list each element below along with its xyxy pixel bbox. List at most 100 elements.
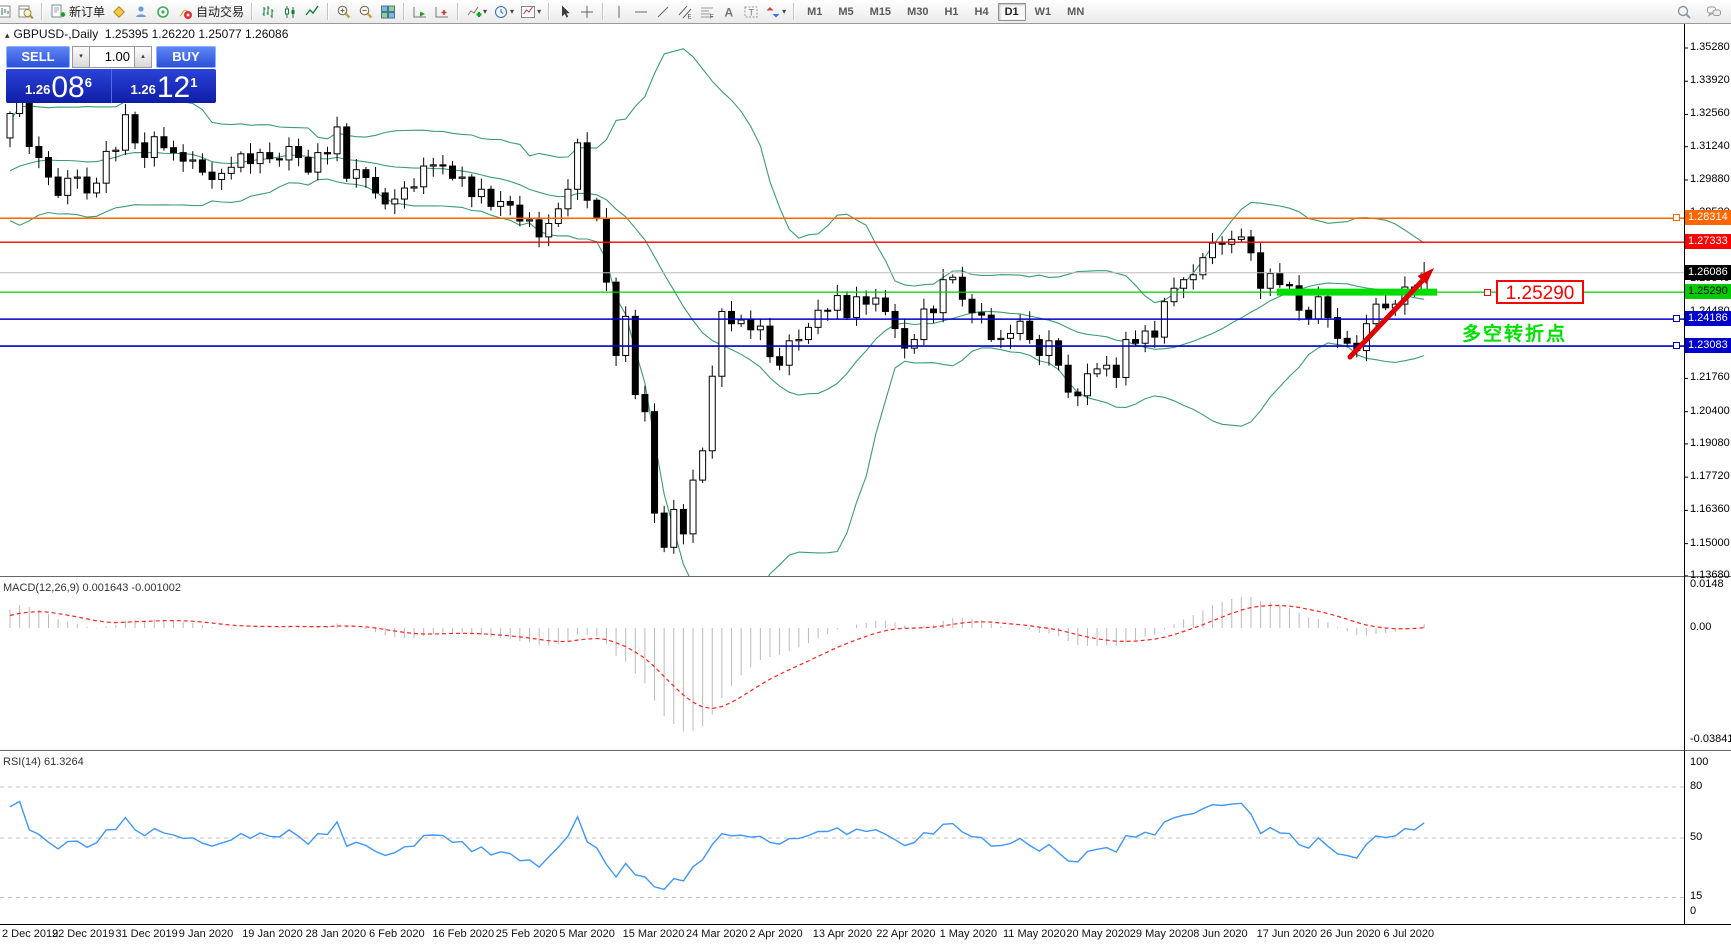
data-window-button[interactable] <box>15 1 37 22</box>
bear-candle <box>449 165 457 179</box>
macd-canvas[interactable] <box>0 580 1731 750</box>
line-chart-button[interactable] <box>301 1 323 22</box>
rsi-line <box>9 800 1425 891</box>
auto-trading-button[interactable]: 自动交易 <box>174 1 247 22</box>
chevron-down-icon[interactable]: ▾ <box>537 7 541 16</box>
date-label: 22 Dec 2019 <box>52 928 115 940</box>
cursor-icon <box>562 5 570 18</box>
bull-candle <box>554 208 562 224</box>
timeframe-mn-button[interactable]: MN <box>1060 3 1091 21</box>
text-button[interactable]: A <box>718 1 740 22</box>
date-label: 20 May 2020 <box>1066 928 1130 940</box>
bull-candle <box>189 159 197 162</box>
bull-candle <box>64 177 72 196</box>
chart-shift-button[interactable] <box>431 1 453 22</box>
arrows-button[interactable]: ▾ <box>762 1 789 22</box>
auto-trading-label: 自动交易 <box>196 5 245 19</box>
bull-candle <box>1093 368 1101 375</box>
bull-candle <box>1266 273 1274 289</box>
chevron-down-icon[interactable]: ▾ <box>483 7 487 16</box>
sell-button[interactable]: SELL <box>6 46 70 68</box>
bull-candle <box>429 164 437 167</box>
bull-candle <box>939 279 947 314</box>
bull-candle <box>73 176 81 179</box>
periods-button[interactable]: ▾ <box>490 1 517 22</box>
bear-candle <box>131 114 139 144</box>
bull-candle <box>1170 287 1178 303</box>
text-label-button[interactable]: T <box>740 1 762 22</box>
fibonacci-button[interactable]: F <box>696 1 718 22</box>
crosshair-button[interactable] <box>576 1 598 22</box>
cursor-button[interactable] <box>554 1 576 22</box>
bull-candle <box>1016 320 1024 334</box>
candlestick-chart-button[interactable] <box>279 1 301 22</box>
bar-chart-button[interactable] <box>257 1 279 22</box>
bear-candle <box>381 192 389 205</box>
macd-pane[interactable]: MACD(12,26,9) 0.001643 -0.001002 <box>0 580 1731 750</box>
auto-scroll-button[interactable] <box>409 1 431 22</box>
horizontal-line-button[interactable] <box>630 1 652 22</box>
bull-candle <box>333 126 341 155</box>
line-anchor-handle[interactable] <box>1673 214 1680 222</box>
chevron-down-icon[interactable]: ▾ <box>510 7 514 16</box>
volume-increase-button[interactable]: ▴ <box>134 46 152 68</box>
bear-candle <box>1074 391 1082 397</box>
chevron-down-icon[interactable]: ▾ <box>782 7 786 16</box>
date-label: 11 May 2020 <box>1003 928 1066 940</box>
trendline-button[interactable] <box>652 1 674 22</box>
metaeditor-button[interactable] <box>108 1 130 22</box>
templates-button[interactable]: ▾ <box>517 1 544 22</box>
price-chart-canvas[interactable] <box>0 24 1731 576</box>
timeframe-m5-button[interactable]: M5 <box>831 3 860 21</box>
vertical-line-icon <box>618 5 620 18</box>
volume-input[interactable]: 1.00 <box>90 46 134 68</box>
buy-price-prefix: 1.26 <box>130 82 156 97</box>
bear-candle <box>506 200 514 206</box>
chat-icon <box>1707 6 1721 17</box>
timeframe-h4-button[interactable]: H4 <box>968 3 996 21</box>
bear-candle <box>930 308 938 314</box>
equidistant-channel-button[interactable]: E <box>674 1 696 22</box>
bear-candle <box>266 152 274 160</box>
new-order-button[interactable]: 新订单 <box>47 1 108 22</box>
macd-axis-label: 0.0148 <box>1690 578 1724 590</box>
timeframe-m30-button[interactable]: M30 <box>900 3 935 21</box>
price-chart-pane[interactable]: ▴ GBPUSD-,Daily 1.25395 1.26220 1.25077 1… <box>0 24 1731 576</box>
buy-price-button[interactable]: 1.26 12 1 <box>111 69 216 103</box>
bear-candle <box>1064 364 1072 393</box>
sell-price-button[interactable]: 1.26 08 6 <box>6 69 111 103</box>
timeframe-m15-button[interactable]: M15 <box>863 3 898 21</box>
rsi-pane[interactable]: RSI(14) 61.3264 <box>0 754 1731 924</box>
indicators-button[interactable]: ▾ <box>463 1 490 22</box>
chart-window-button[interactable] <box>0 1 15 22</box>
sell-price-pip: 6 <box>84 75 92 90</box>
chat-button[interactable] <box>1703 1 1725 22</box>
rsi-axis-label: 15 <box>1690 890 1703 902</box>
vertical-line-button[interactable] <box>608 1 630 22</box>
tile-windows-button[interactable] <box>377 1 399 22</box>
turning-point-note[interactable]: 多空转折点 <box>1462 319 1567 346</box>
rsi-canvas[interactable] <box>0 754 1731 924</box>
timeframe-d1-button[interactable]: D1 <box>997 2 1026 21</box>
zoom-out-button[interactable] <box>355 1 377 22</box>
timeframe-m1-button[interactable]: M1 <box>800 3 829 21</box>
mql-community-button[interactable] <box>152 1 174 22</box>
timeframe-w1-button[interactable]: W1 <box>1028 3 1059 21</box>
note-anchor-handle[interactable] <box>1484 289 1491 296</box>
price-tick-label: 1.20400 <box>1690 404 1730 417</box>
bear-candle <box>362 169 370 179</box>
bear-candle <box>901 328 909 349</box>
bear-candle <box>54 176 62 196</box>
line-anchor-handle[interactable] <box>1673 315 1680 323</box>
timeframe-h1-button[interactable]: H1 <box>937 3 965 21</box>
price-note-box[interactable]: 1.25290 <box>1496 280 1584 304</box>
terminal-button[interactable] <box>130 1 152 22</box>
bear-candle <box>83 176 91 194</box>
search-button[interactable] <box>1673 1 1695 22</box>
zoom-in-button[interactable] <box>333 1 355 22</box>
auto-scroll-icon <box>413 6 427 17</box>
bull-candle <box>853 296 861 319</box>
line-anchor-handle[interactable] <box>1673 342 1680 350</box>
toolbar-group: E F A T ▾ <box>608 0 789 23</box>
buy-button[interactable]: BUY <box>156 46 216 68</box>
